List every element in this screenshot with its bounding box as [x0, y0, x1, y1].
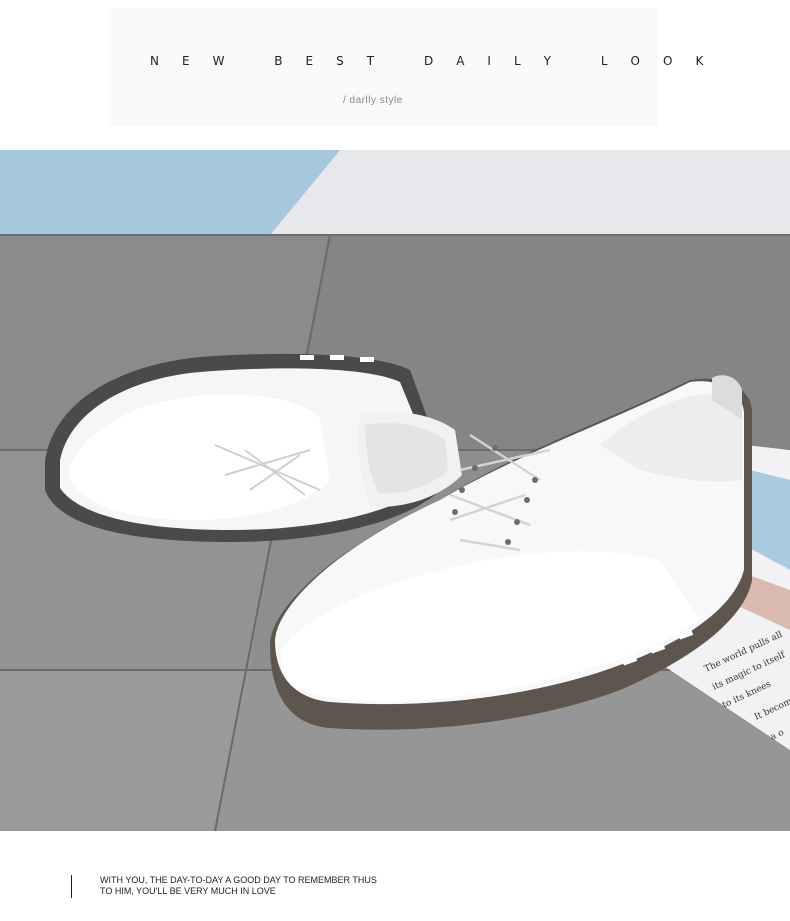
footer-caption-line: WITH YOU, THE DAY-TO-DAY A GOOD DAY TO R…	[100, 875, 377, 885]
footer-caption-line: TO HIM, YOU'LL BE VERY MUCH IN LOVE	[100, 886, 276, 896]
headline: N E W B E S T D A I L Y L O O K	[150, 54, 713, 68]
floor-tile	[0, 670, 250, 831]
product-photo: The world pulls all its magic to itself …	[0, 150, 790, 831]
footer-accent-bar	[71, 875, 72, 898]
white-wall-panel	[270, 150, 790, 235]
footer-caption: WITH YOU, THE DAY-TO-DAY A GOOD DAY TO R…	[100, 875, 400, 897]
subline: / darlly style	[343, 95, 403, 106]
